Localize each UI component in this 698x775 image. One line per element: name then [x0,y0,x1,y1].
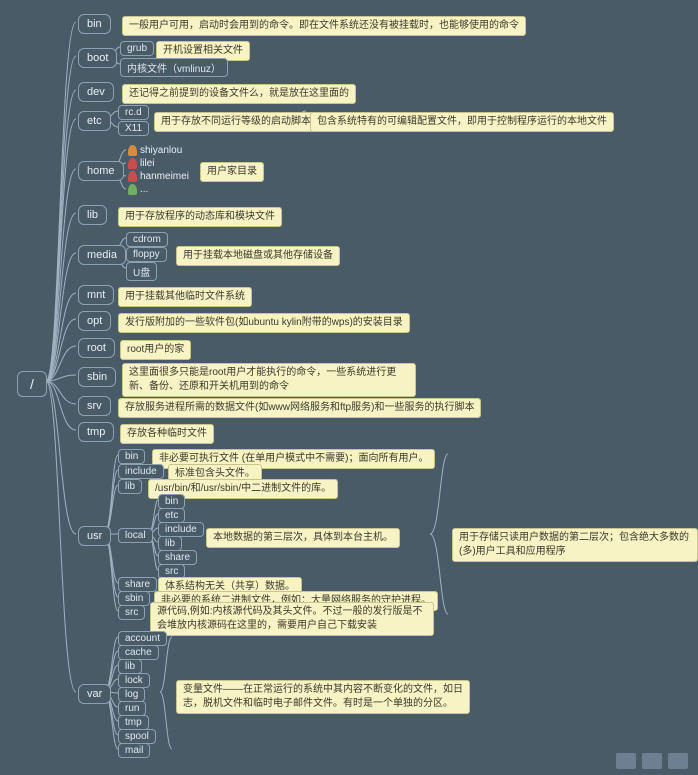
corner-controls [616,753,688,769]
node-media-floppy[interactable]: floppy [126,247,167,262]
node-var-log[interactable]: log [118,687,145,702]
node-boot-grub[interactable]: grub [120,41,154,56]
node-var-cache[interactable]: cache [118,645,159,660]
node-local-lib[interactable]: lib [158,536,182,551]
node-var-run[interactable]: run [118,701,146,716]
node-var-mail[interactable]: mail [118,743,150,758]
node-boot[interactable]: boot [78,48,117,68]
corner-btn-2[interactable] [642,753,662,769]
note-lib: 用于存放程序的动态库和模块文件 [118,207,282,227]
mindmap-canvas: / bin 一般用户可用，启动时会用到的命令。即在文件系统还没有被挂载时，也能够… [0,0,698,775]
user-shiyanlou: shiyanlou [128,145,182,156]
note-srv: 存放服务进程所需的数据文件(如www网络服务和ftp服务)和一些服务的执行脚本 [118,398,481,418]
node-opt[interactable]: opt [78,311,111,331]
node-etc-x11[interactable]: X11 [118,121,149,136]
node-tmp[interactable]: tmp [78,422,114,442]
node-usr-src[interactable]: src [118,605,145,620]
node-usr-share[interactable]: share [118,577,157,592]
node-media-udisk[interactable]: U盘 [126,262,157,281]
node-usr-include[interactable]: include [118,464,164,479]
note-media: 用于挂载本地磁盘或其他存储设备 [176,246,340,266]
note-etc2: 包含系统特有的可编辑配置文件，即用于控制程序运行的本地文件 [310,112,614,132]
node-var[interactable]: var [78,684,111,704]
node-var-tmp[interactable]: tmp [118,715,149,730]
note-usr-src: 源代码,例如:内核源代码及其头文件。不过一般的发行版是不会堆放内核源码在这里的，… [150,602,434,636]
note-usr-local: 本地数据的第三层次，具体到本台主机。 [206,528,400,548]
node-rootdir[interactable]: root [78,338,115,358]
node-mnt[interactable]: mnt [78,285,114,305]
node-local-include[interactable]: include [158,522,204,537]
node-home[interactable]: home [78,161,124,181]
node-usr-local[interactable]: local [118,528,153,543]
note-sbin: 这里面很多只能是root用户才能执行的命令，一些系统进行更新、备份、还原和开关机… [122,363,416,397]
note-dev: 还记得之前提到的设备文件么，就是放在这里面的 [122,84,356,104]
node-etc-rcd[interactable]: rc.d [118,105,149,120]
node-var-account[interactable]: account [118,631,167,646]
corner-btn-3[interactable] [668,753,688,769]
note-var: 变量文件——在正常运行的系统中其内容不断变化的文件，如日志，脱机文件和临时电子邮… [176,680,470,714]
node-etc[interactable]: etc [78,111,111,131]
node-media[interactable]: media [78,245,126,265]
node-var-lib[interactable]: lib [118,659,142,674]
node-usr[interactable]: usr [78,526,111,546]
user-more: ... [128,184,148,195]
node-lib[interactable]: lib [78,205,107,225]
node-var-lock[interactable]: lock [118,673,150,688]
user-lilei: lilei [128,158,154,169]
corner-btn-1[interactable] [616,753,636,769]
node-var-spool[interactable]: spool [118,729,156,744]
node-local-share[interactable]: share [158,550,197,565]
note-bin: 一般用户可用，启动时会用到的命令。即在文件系统还没有被挂载时，也能够使用的命令 [122,16,526,36]
node-usr-sbin[interactable]: sbin [118,591,150,606]
node-srv[interactable]: srv [78,396,111,416]
user-hanmeimei: hanmeimei [128,171,189,182]
node-media-cdrom[interactable]: cdrom [126,232,168,247]
note-home: 用户家目录 [200,162,264,182]
note-tmp: 存放各种临时文件 [120,424,214,444]
note-rootdir: root用户的家 [120,340,191,360]
node-boot-vmlinuz[interactable]: 内核文件（vmlinuz） [120,58,228,77]
node-dev[interactable]: dev [78,82,114,102]
root-node[interactable]: / [17,371,47,397]
node-local-bin[interactable]: bin [158,494,185,509]
node-usr-lib[interactable]: lib [118,479,142,494]
note-mnt: 用于挂载其他临时文件系统 [118,287,252,307]
note-usr-outer: 用于存储只读用户数据的第二层次；包含绝大多数的(多)用户工具和应用程序 [452,528,698,562]
node-usr-bin[interactable]: bin [118,449,145,464]
note-opt: 发行版附加的一些软件包(如ubuntu kylin附带的wps)的安装目录 [118,313,410,333]
node-sbin[interactable]: sbin [78,367,116,387]
node-local-etc[interactable]: etc [158,508,185,523]
node-bin[interactable]: bin [78,14,111,34]
